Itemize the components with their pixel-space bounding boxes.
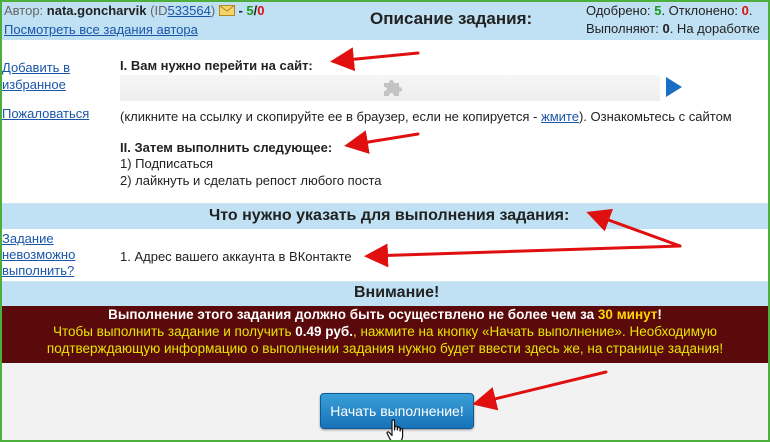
copy-hint: (кликните на ссылку и скопируйте ее в бр… xyxy=(120,109,732,124)
report-item-1: 1. Адрес вашего аккаунта в ВКонтакте xyxy=(120,249,352,264)
score-dash: - xyxy=(238,3,243,18)
in-progress-value: 0 xyxy=(662,21,670,36)
hand-pointer-icon xyxy=(386,419,408,440)
step2-title: II. Затем выполнить следующее: xyxy=(120,140,333,155)
rejected-label: . Отклонено: xyxy=(661,3,738,18)
warning-line-2-suffix: , нажмите на кнопку «Начать выполнение».… xyxy=(352,324,718,339)
copy-hint-link[interactable]: жмите xyxy=(541,109,579,124)
author-line: Автор: nata.goncharvik (ID533564) - 5/0 xyxy=(4,3,265,19)
progress-stats: Выполняют: 0. На доработке xyxy=(586,21,760,36)
reward-amount: 0.49 руб. xyxy=(295,324,353,339)
plugin-puzzle-icon xyxy=(380,76,404,100)
attention-title: Внимание! xyxy=(354,284,440,301)
step2-item-2: 2) лайкнуть и сделать репост любого пост… xyxy=(120,173,382,188)
in-progress-label: Выполняют: xyxy=(586,21,659,36)
warning-line-2-prefix: Чтобы выполнить задание и получить xyxy=(52,324,292,339)
author-id-close: ) xyxy=(210,3,216,18)
copy-hint-text: (кликните на ссылку и скопируйте ее в бр… xyxy=(120,109,538,124)
author-id-open: (ID xyxy=(150,3,168,18)
author-label: Автор: xyxy=(4,3,44,18)
warning-line-1-suffix: ! xyxy=(657,307,662,322)
envelope-icon[interactable] xyxy=(218,4,235,19)
warning-line-1: Выполнение этого задания должно быть осу… xyxy=(2,307,768,322)
play-icon[interactable] xyxy=(664,76,684,98)
rejected-tail: . xyxy=(748,3,753,18)
warning-line-2: Чтобы выполнить задание и получить 0.49 … xyxy=(2,324,768,339)
view-all-tasks-link[interactable]: Посмотреть все задания автора xyxy=(4,22,198,37)
warning-line-1-prefix: Выполнение этого задания должно быть осу… xyxy=(108,307,595,322)
on-revision-label: . На доработке xyxy=(669,21,760,36)
report-title: Что нужно указать для выполнения задания… xyxy=(209,207,570,224)
cannot-line-2: невозможно xyxy=(2,247,76,262)
copy-hint-tail: ). Ознакомьтесь с сайтом xyxy=(578,109,732,124)
cannot-complete-link[interactable]: Задание невозможно выполнить? xyxy=(2,231,75,279)
warning-line-3: подтверждающую информацию о выполнении з… xyxy=(46,341,724,356)
step2-item-1: 1) Подписаться xyxy=(120,156,214,171)
cannot-line-3: выполнить? xyxy=(2,263,75,278)
add-to-favorites-link[interactable]: Добавить в избранное xyxy=(2,59,70,93)
rejected-value: 0 xyxy=(741,3,749,18)
time-limit: 30 минут xyxy=(597,307,658,322)
complain-link[interactable]: Пожаловаться xyxy=(2,106,89,121)
score-positive: 5 xyxy=(246,3,254,18)
cannot-line-1: Задание xyxy=(2,231,54,246)
approved-label: Одобрено: xyxy=(586,3,651,18)
author-name: nata.goncharvik xyxy=(46,3,147,18)
author-id-link[interactable]: 533564 xyxy=(167,3,210,18)
favorite-line-1: Добавить в xyxy=(2,60,70,75)
approved-stats: Одобрено: 5. Отклонено: 0. xyxy=(586,3,752,18)
favorite-line-2: избранное xyxy=(2,77,66,92)
step1-title: I. Вам нужно перейти на сайт: xyxy=(120,58,313,73)
score-negative: 0 xyxy=(257,3,265,18)
page-title: Описание задания: xyxy=(370,9,533,28)
task-page: Автор: nata.goncharvik (ID533564) - 5/0 … xyxy=(0,0,770,442)
